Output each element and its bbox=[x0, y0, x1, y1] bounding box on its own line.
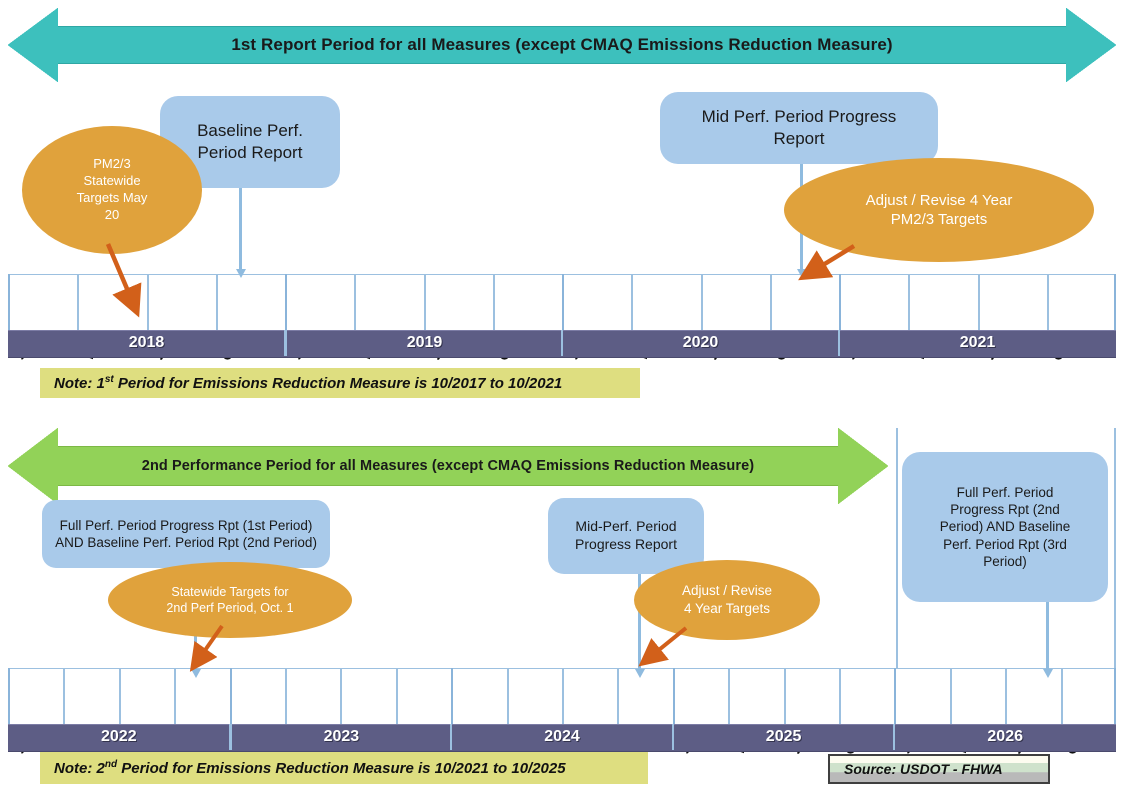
tick-July-2026 bbox=[1005, 668, 1008, 724]
tick-Jan-2024 bbox=[451, 668, 454, 724]
period1-banner-label: 1st Report Period for all Measures (exce… bbox=[231, 35, 893, 54]
tick-Oct-2019 bbox=[492, 274, 495, 330]
tick-April-2020 bbox=[631, 274, 634, 330]
tick-July-2021 bbox=[977, 274, 980, 330]
tick-Oct-2018 bbox=[215, 274, 218, 330]
connector-full-rpt-2nd-to-oct2026 bbox=[1046, 602, 1049, 670]
callout-text: Mid Perf. Period Progress Report bbox=[701, 107, 897, 148]
tick-July-2022 bbox=[118, 668, 121, 724]
callout-mid-perf-period-progress-report-2[interactable]: Mid-Perf. Period Progress Report bbox=[548, 498, 704, 574]
tick-Jan-2019 bbox=[285, 274, 287, 330]
period1-note: Note: 1st Period for Emissions Reduction… bbox=[40, 368, 640, 398]
callout-full-perf-period-progress-rpt-1st[interactable]: Full Perf. Period Progress Rpt (1st Peri… bbox=[42, 500, 330, 568]
tick-July-2024 bbox=[562, 668, 564, 724]
year-cell-2024: 2024 bbox=[544, 728, 580, 745]
year-cell-2018: 2018 bbox=[128, 334, 165, 351]
tick-April-2019 bbox=[354, 274, 357, 330]
year-cell-2023: 2023 bbox=[229, 724, 452, 750]
period2-banner-label: 2nd Performance Period for all Measures … bbox=[141, 458, 755, 474]
tick-Oct-2021 bbox=[1046, 274, 1049, 330]
year-cell-2020: 2020 bbox=[682, 334, 719, 351]
callout-mid-perf-period-progress-report[interactable]: Mid Perf. Period Progress Report bbox=[660, 92, 938, 164]
tick-Jan-2020 bbox=[562, 274, 564, 330]
tick-April-2018 bbox=[77, 274, 80, 330]
tick-July-2019 bbox=[423, 274, 426, 330]
year-separator bbox=[228, 724, 231, 750]
tick-Oct-2020 bbox=[769, 274, 772, 330]
tick-July-2023 bbox=[340, 668, 343, 724]
year-separator bbox=[450, 724, 453, 750]
tick-Jan-2026 bbox=[894, 668, 897, 724]
ellipse-text: PM2/3 Statewide Targets May 20 bbox=[76, 156, 148, 222]
year-cell-2021: 2021 bbox=[959, 334, 996, 351]
source-box: Source: USDOT - FHWA bbox=[828, 754, 1050, 784]
tick-Oct-2024 bbox=[617, 668, 620, 724]
period2-timeline-axis: JanMayJulyOctJanAprilJulyOctJanAprilJuly… bbox=[8, 668, 1116, 756]
year-separator bbox=[284, 330, 286, 356]
tick-April-2023 bbox=[285, 668, 287, 724]
tick-Oct-2023 bbox=[395, 668, 398, 724]
ellipse-text: Adjust / Revise 4 Year Targets bbox=[681, 583, 773, 616]
ellipse-pm23-statewide-targets[interactable]: PM2/3 Statewide Targets May 20 bbox=[22, 126, 202, 254]
tick-axis-end bbox=[1114, 274, 1116, 330]
tick-Jan-2025 bbox=[672, 668, 675, 724]
note-text: Note: 2nd Period for Emissions Reduction… bbox=[54, 759, 566, 777]
year-cell-2026: 2026 bbox=[987, 728, 1023, 745]
year-separator bbox=[838, 330, 840, 356]
year-separator bbox=[893, 724, 896, 750]
tick-axis-end bbox=[1114, 668, 1116, 724]
callout-text: Mid-Perf. Period Progress Report bbox=[575, 518, 677, 552]
tick-April-2021 bbox=[908, 274, 911, 330]
tick-Oct-2025 bbox=[839, 668, 841, 724]
callout-text: Baseline Perf. Period Report bbox=[197, 121, 303, 162]
tick-April-2026 bbox=[949, 668, 952, 724]
orange-arrow-adjust-to-oct2020 bbox=[798, 244, 856, 281]
tick-Jan-2022 bbox=[8, 668, 10, 724]
callout-text: Full Perf. Period Progress Rpt (2nd Period… bbox=[939, 484, 1071, 569]
year-cell-2019: 2019 bbox=[285, 330, 562, 356]
orange-arrow-adjust-to-oct2024 bbox=[638, 626, 688, 667]
orange-arrow-pm23-to-may2018 bbox=[105, 243, 142, 318]
ellipse-text: Adjust / Revise 4 Year PM2/3 Targets bbox=[865, 191, 1013, 229]
period2-right-divider bbox=[896, 428, 898, 668]
callout-full-perf-period-progress-rpt-2nd[interactable]: Full Perf. Period Progress Rpt (2nd Period… bbox=[902, 452, 1108, 602]
note-text: Note: 1st Period for Emissions Reduction… bbox=[54, 374, 563, 392]
tick-July-2020 bbox=[700, 274, 703, 330]
ellipse-text: Statewide Targets for 2nd Perf Period, Oc… bbox=[166, 584, 294, 615]
callout-text: Full Perf. Period Progress Rpt (1st Peri… bbox=[55, 517, 317, 550]
year-cell-2022: 2022 bbox=[101, 728, 137, 745]
tick-Oct-2026 bbox=[1060, 668, 1063, 724]
source-text: Source: USDOT - FHWA bbox=[844, 761, 1003, 777]
year-cell-2025: 2025 bbox=[765, 728, 802, 745]
connector-baseline-report-to-oct2018 bbox=[239, 188, 242, 270]
period1-banner-arrow: 1st Report Period for all Measures (exce… bbox=[8, 8, 1116, 82]
tick-April-2024 bbox=[506, 668, 509, 724]
period2-far-right-divider bbox=[1114, 428, 1116, 668]
year-separator bbox=[561, 330, 563, 356]
period2-note: Note: 2nd Period for Emissions Reduction… bbox=[40, 752, 648, 784]
period2-banner-arrow: 2nd Performance Period for all Measures … bbox=[8, 428, 888, 504]
tick-April-2025 bbox=[728, 668, 731, 724]
tick-Oct-2022 bbox=[174, 668, 177, 724]
tick-May-2022 bbox=[63, 668, 66, 724]
tick-July-2025 bbox=[783, 668, 786, 724]
year-separator bbox=[671, 724, 674, 750]
period1-timeline-axis: JanAprilJulyOctJanAprilJulyOctJanAprilJu… bbox=[8, 274, 1116, 362]
orange-arrow-statewide-to-oct2022 bbox=[189, 624, 224, 672]
tick-Jan-2018 bbox=[8, 274, 10, 330]
